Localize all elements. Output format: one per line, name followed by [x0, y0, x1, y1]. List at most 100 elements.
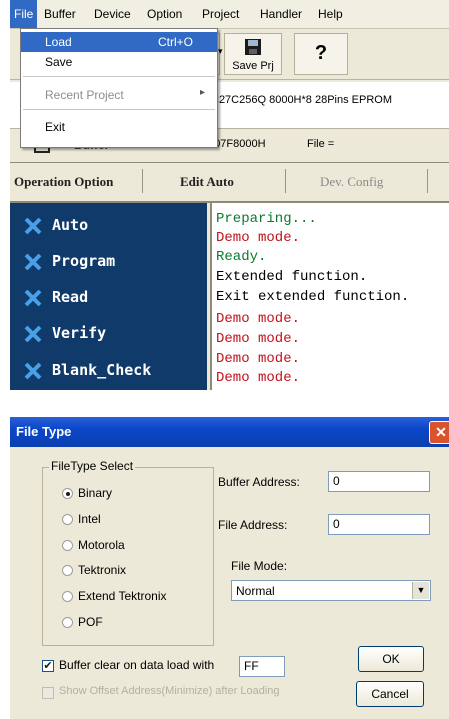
radio-label: Binary: [78, 486, 113, 500]
file-mode-value: Normal: [236, 584, 275, 598]
radio-tektronix[interactable]: Tektronix: [62, 562, 212, 580]
tab-row: Operation Option Edit Auto Dev. Config: [10, 163, 449, 203]
menu-option[interactable]: Option: [143, 0, 186, 28]
operation-program[interactable]: Program: [10, 244, 207, 280]
radio-dot[interactable]: [62, 540, 73, 551]
menu-separator: [23, 76, 215, 77]
operation-label: Auto: [52, 216, 89, 234]
programmer-window: File Buffer Device Option Project Handle…: [10, 0, 449, 390]
menubar: File Buffer Device Option Project Handle…: [10, 0, 449, 29]
file-type-dialog: File Type ✕ FileType Select Binary Intel…: [10, 417, 449, 719]
help-button[interactable]: ?: [294, 33, 348, 75]
operation-read[interactable]: Read: [10, 280, 207, 316]
chevron-right-icon: ▸: [199, 87, 205, 98]
radio-label: Motorola: [78, 538, 125, 552]
radio-dot[interactable]: [62, 514, 73, 525]
menu-project[interactable]: Project: [198, 0, 243, 28]
save-project-button[interactable]: Save Prj ▾: [218, 33, 282, 75]
buffer-clear-checkbox[interactable]: ✔: [42, 660, 54, 672]
menu-separator: [23, 109, 215, 110]
operation-verify[interactable]: Verify: [10, 316, 207, 352]
menu-item-label: Load: [45, 35, 72, 49]
group-label: FileType Select: [49, 459, 136, 473]
menu-item-label: Recent Project: [45, 88, 124, 102]
buffer-address-input[interactable]: 0: [328, 471, 430, 492]
operation-label: Read: [52, 288, 89, 306]
menu-item-label: Exit: [45, 120, 66, 134]
operation-label: Blank_Check: [52, 361, 152, 379]
operation-blank-check[interactable]: Blank_Check: [10, 353, 207, 389]
cancel-button[interactable]: Cancel: [356, 681, 424, 707]
chevron-down-icon[interactable]: ▼: [412, 582, 429, 599]
close-icon[interactable]: ✕: [429, 421, 449, 444]
radio-dot[interactable]: [62, 591, 73, 602]
question-mark-icon: ?: [314, 42, 328, 64]
menu-item-save[interactable]: Save: [21, 52, 217, 72]
dialog-title: File Type: [16, 424, 72, 439]
buffer-clear-label: Buffer clear on data load with: [59, 658, 215, 672]
menu-item-label: Save: [45, 55, 73, 69]
show-offset-checkbox[interactable]: [42, 687, 54, 699]
radio-label: Extend Tektronix: [78, 589, 167, 603]
radio-motorola[interactable]: Motorola: [62, 537, 212, 555]
radio-extend-tektronix[interactable]: Extend Tektronix: [62, 588, 212, 606]
file-mode-select[interactable]: Normal ▼: [231, 580, 431, 601]
log-line: Demo mode.: [216, 351, 301, 367]
menu-device[interactable]: Device: [90, 0, 135, 28]
radio-label: POF: [78, 615, 103, 629]
tab-divider: [285, 169, 286, 193]
file-address-label: File Address:: [218, 518, 288, 532]
menu-file[interactable]: File: [10, 0, 38, 28]
tab-edit-auto[interactable]: Edit Auto: [180, 174, 234, 190]
x-icon: [24, 217, 42, 235]
tab-operation-option[interactable]: Operation Option: [14, 174, 113, 190]
log-line: Demo mode.: [216, 230, 301, 246]
dialog-titlebar: File Type ✕: [10, 417, 449, 447]
file-mode-label: File Mode:: [231, 559, 288, 573]
operation-label: Program: [52, 252, 116, 270]
log-line: Demo mode.: [216, 311, 301, 327]
log-line: Exit extended function.: [216, 289, 410, 305]
menu-item-exit[interactable]: Exit: [21, 117, 217, 137]
x-icon: [24, 289, 42, 307]
x-icon: [24, 362, 42, 380]
buffer-clear-value-input[interactable]: FF: [239, 656, 285, 677]
save-project-label: Save Prj: [232, 60, 274, 72]
tab-divider: [427, 169, 428, 193]
operation-label: Verify: [52, 324, 107, 342]
radio-pof[interactable]: POF: [62, 614, 212, 632]
operation-panel: Auto Program Read Verify Blank_Check: [10, 203, 207, 390]
tab-divider: [142, 169, 143, 193]
radio-binary[interactable]: Binary: [62, 485, 212, 503]
menu-item-recent-project[interactable]: Recent Project ▸: [21, 85, 217, 105]
radio-intel[interactable]: Intel: [62, 511, 212, 529]
x-icon: [24, 253, 42, 271]
radio-label: Tektronix: [78, 563, 127, 577]
screenshot: File Buffer Device Option Project Handle…: [0, 0, 449, 719]
ok-button[interactable]: OK: [358, 646, 424, 672]
file-address-input[interactable]: 0: [328, 514, 430, 535]
radio-dot[interactable]: [62, 565, 73, 576]
log-line: Demo mode.: [216, 331, 301, 347]
show-offset-label: Show Offset Address(Minimize) after Load…: [59, 685, 280, 697]
menu-item-load[interactable]: Load Ctrl+O: [21, 32, 217, 52]
operation-auto[interactable]: Auto: [10, 208, 207, 244]
radio-dot[interactable]: [62, 617, 73, 628]
log-line: Demo mode.: [216, 370, 301, 386]
menu-buffer[interactable]: Buffer: [40, 0, 80, 28]
floppy-disk-icon: [245, 39, 261, 55]
file-menu-dropdown: Load Ctrl+O Save Recent Project ▸ Exit: [20, 28, 218, 148]
log-panel: Preparing... Demo mode. Ready. Extended …: [210, 203, 449, 390]
menu-help[interactable]: Help: [314, 0, 347, 28]
chevron-down-icon[interactable]: ▾: [218, 46, 223, 57]
x-icon: [24, 325, 42, 343]
log-line: Extended function.: [216, 269, 368, 285]
buffer-address-label: Buffer Address:: [218, 475, 300, 489]
radio-label: Intel: [78, 512, 101, 526]
radio-dot[interactable]: [62, 488, 73, 499]
menu-handler[interactable]: Handler: [256, 0, 306, 28]
filetype-select-group: FileType Select Binary Intel Motorola Te…: [42, 459, 214, 646]
log-line: Preparing...: [216, 211, 317, 227]
menu-item-shortcut: Ctrl+O: [157, 35, 193, 49]
tab-dev-config[interactable]: Dev. Config: [320, 174, 383, 190]
